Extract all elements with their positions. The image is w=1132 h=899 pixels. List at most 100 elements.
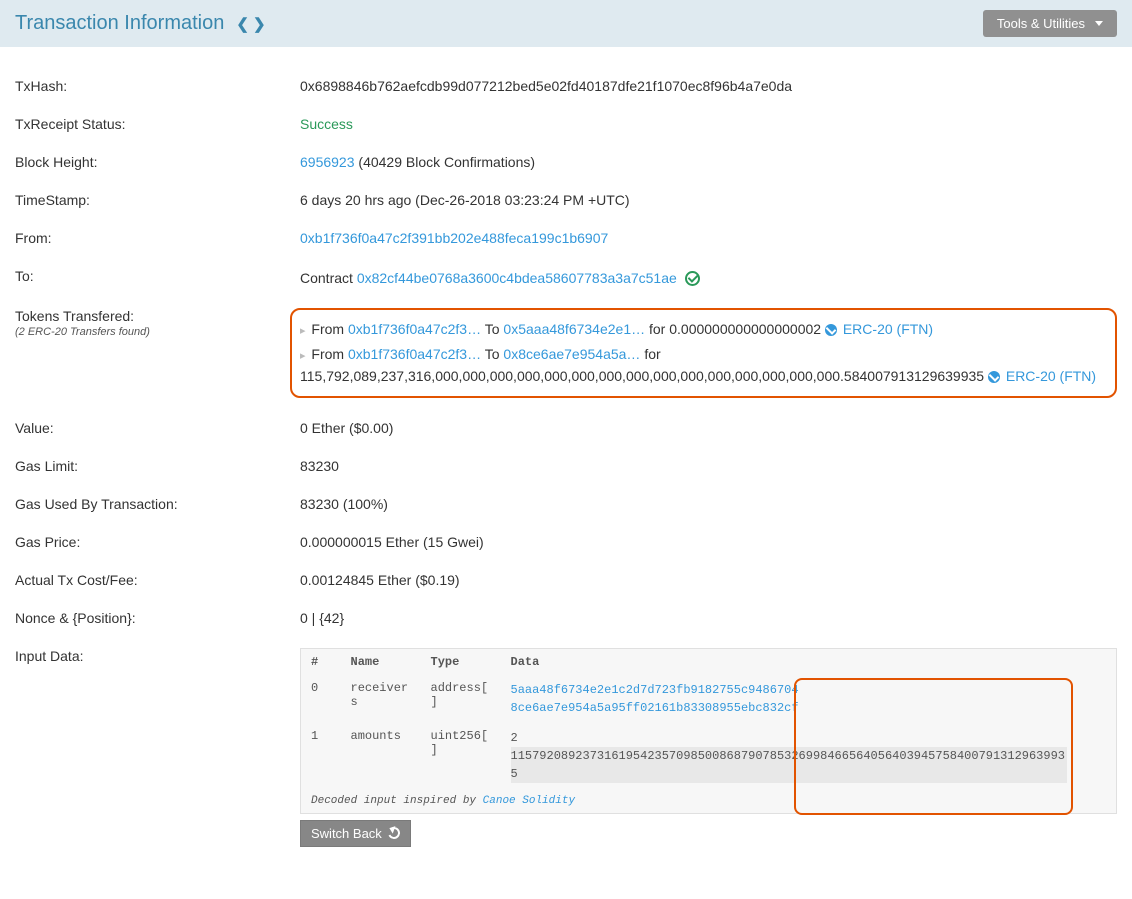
page-header: Transaction Information ❮ ❯ Tools & Util… bbox=[0, 0, 1132, 47]
t1-token-link[interactable]: ERC-20 (FTN) bbox=[843, 321, 933, 337]
switchback-label: Switch Back bbox=[311, 826, 382, 841]
tools-utilities-button[interactable]: Tools & Utilities bbox=[983, 10, 1117, 37]
value-block-wrap: 6956923 (40429 Block Confirmations) bbox=[300, 154, 1117, 170]
value-cost: 0.00124845 Ether ($0.19) bbox=[300, 572, 1117, 588]
t1-for: for 0.000000000000000002 bbox=[649, 321, 825, 337]
row-nonce: Nonce & {Position}: 0 | {42} bbox=[15, 599, 1117, 637]
label-gasused: Gas Used By Transaction: bbox=[15, 496, 300, 512]
block-link[interactable]: 6956923 bbox=[300, 154, 355, 170]
from-addr-link[interactable]: 0xb1f736f0a47c2f391bb202e488feca199c1b69… bbox=[300, 230, 608, 246]
row-from: From: 0xb1f736f0a47c2f391bb202e488feca19… bbox=[15, 219, 1117, 257]
canoe-link[interactable]: Canoe Solidity bbox=[483, 795, 575, 807]
to-addr-link[interactable]: 0x82cf44be0768a3600c4bdea58607783a3a7c51… bbox=[357, 270, 677, 286]
table-header-row: # Name Type Data bbox=[301, 648, 1117, 675]
row-cost: Actual Tx Cost/Fee: 0.00124845 Ether ($0… bbox=[15, 561, 1117, 599]
row-block: Block Height: 6956923 (40429 Block Confi… bbox=[15, 143, 1117, 181]
value-receipt: Success bbox=[300, 116, 1117, 132]
row-txhash: TxHash: 0x6898846b762aefcdb99d077212bed5… bbox=[15, 67, 1117, 105]
tools-label: Tools & Utilities bbox=[997, 16, 1085, 31]
label-value: Value: bbox=[15, 420, 300, 436]
triangle-icon: ▸ bbox=[300, 350, 306, 362]
t2-token-link[interactable]: ERC-20 (FTN) bbox=[1006, 368, 1096, 384]
t2-for: for bbox=[644, 346, 660, 362]
label-gasprice: Gas Price: bbox=[15, 534, 300, 550]
table-footer-row: Decoded input inspired by Canoe Solidity bbox=[301, 789, 1117, 814]
row-value: Value: 0 Ether ($0.00) bbox=[15, 409, 1117, 447]
block-conf: (40429 Block Confirmations) bbox=[355, 154, 536, 170]
value-nonce: 0 | {42} bbox=[300, 610, 1117, 626]
to-prefix: Contract bbox=[300, 270, 357, 286]
r0-d1-link[interactable]: 5aaa48f6734e2e1c2d7d723fb9182755c9486704 bbox=[511, 681, 1067, 699]
col-hash: # bbox=[301, 648, 341, 675]
chevron-down-icon bbox=[1095, 21, 1103, 26]
value-gaslimit: 83230 bbox=[300, 458, 1117, 474]
r1-d1: 2 bbox=[511, 729, 1067, 747]
next-tx-button[interactable]: ❯ bbox=[253, 15, 266, 33]
title-text: Transaction Information bbox=[15, 12, 224, 35]
row-to: To: Contract 0x82cf44be0768a3600c4bdea58… bbox=[15, 257, 1117, 297]
t2-num: 115,792,089,237,316,000,000,000,000,000,… bbox=[300, 368, 988, 384]
decoded-footer: Decoded input inspired by Canoe Solidity bbox=[301, 789, 1117, 814]
col-data: Data bbox=[501, 648, 1077, 675]
r1-d2: 1157920892373161954235709850086879078532… bbox=[511, 747, 1067, 783]
t1-from-link[interactable]: 0xb1f736f0a47c2f3… bbox=[348, 321, 481, 337]
t2-to-label: To bbox=[485, 346, 504, 362]
row-gaslimit: Gas Limit: 83230 bbox=[15, 447, 1117, 485]
value-timestamp: 6 days 20 hrs ago (Dec-26-2018 03:23:24 … bbox=[300, 192, 1117, 208]
value-txhash: 0x6898846b762aefcdb99d077212bed5e02fd401… bbox=[300, 78, 1117, 94]
input-data-table: # Name Type Data 0 receivers address[] 5… bbox=[300, 648, 1117, 814]
col-type: Type bbox=[421, 648, 501, 675]
label-inputdata: Input Data: bbox=[15, 648, 300, 664]
label-block: Block Height: bbox=[15, 154, 300, 170]
t2-from-label: From bbox=[311, 346, 348, 362]
erc20-icon bbox=[825, 324, 837, 336]
col-name: Name bbox=[341, 648, 421, 675]
value-to: Contract 0x82cf44be0768a3600c4bdea586077… bbox=[300, 268, 1117, 286]
t1-to-link[interactable]: 0x5aaa48f6734e2e1… bbox=[503, 321, 645, 337]
r0-name: receivers bbox=[341, 675, 421, 723]
label-to: To: bbox=[15, 268, 300, 284]
r0-data: 5aaa48f6734e2e1c2d7d723fb9182755c9486704… bbox=[501, 675, 1077, 723]
t1-from-label: From bbox=[311, 321, 348, 337]
row-timestamp: TimeStamp: 6 days 20 hrs ago (Dec-26-201… bbox=[15, 181, 1117, 219]
value-gasused: 83230 (100%) bbox=[300, 496, 1117, 512]
label-timestamp: TimeStamp: bbox=[15, 192, 300, 208]
r0-d2-link[interactable]: 8ce6ae7e954a5a95ff02161b83308955ebc832cf bbox=[511, 699, 1067, 717]
r0-idx: 0 bbox=[301, 675, 341, 723]
table-row: 0 receivers address[] 5aaa48f6734e2e1c2d… bbox=[301, 675, 1117, 723]
value-from: 0xb1f736f0a47c2f391bb202e488feca199c1b69… bbox=[300, 230, 1117, 246]
row-tokens: Tokens Transfered: (2 ERC-20 Transfers f… bbox=[15, 297, 1117, 409]
prev-tx-button[interactable]: ❮ bbox=[236, 15, 249, 33]
r0-type: address[] bbox=[421, 675, 501, 723]
label-txhash: TxHash: bbox=[15, 78, 300, 94]
transfer-2: ▸ From 0xb1f736f0a47c2f3… To 0x8ce6ae7e9… bbox=[300, 341, 1107, 366]
label-receipt: TxReceipt Status: bbox=[15, 116, 300, 132]
label-tokens: Tokens Transfered: (2 ERC-20 Transfers f… bbox=[15, 308, 300, 338]
inputdata-wrap: # Name Type Data 0 receivers address[] 5… bbox=[300, 648, 1117, 847]
t2-to-link[interactable]: 0x8ce6ae7e954a5a… bbox=[503, 346, 640, 362]
t1-to-label: To bbox=[485, 321, 504, 337]
tokens-box: ▸ From 0xb1f736f0a47c2f3… To 0x5aaa48f67… bbox=[290, 308, 1117, 398]
label-nonce: Nonce & {Position}: bbox=[15, 610, 300, 626]
label-gaslimit: Gas Limit: bbox=[15, 458, 300, 474]
page-title: Transaction Information ❮ ❯ bbox=[15, 12, 266, 35]
refresh-icon bbox=[386, 825, 401, 840]
t2-from-link[interactable]: 0xb1f736f0a47c2f3… bbox=[348, 346, 481, 362]
row-gasprice: Gas Price: 0.000000015 Ether (15 Gwei) bbox=[15, 523, 1117, 561]
tokens-sub: (2 ERC-20 Transfers found) bbox=[15, 326, 300, 338]
row-gasused: Gas Used By Transaction: 83230 (100%) bbox=[15, 485, 1117, 523]
row-receipt: TxReceipt Status: Success bbox=[15, 105, 1117, 143]
content-area: TxHash: 0x6898846b762aefcdb99d077212bed5… bbox=[0, 47, 1132, 898]
nav-arrows: ❮ ❯ bbox=[236, 15, 265, 33]
tokens-box-wrap: ▸ From 0xb1f736f0a47c2f3… To 0x5aaa48f67… bbox=[300, 308, 1117, 398]
switch-back-button[interactable]: Switch Back bbox=[300, 820, 411, 847]
erc20-icon bbox=[988, 371, 1000, 383]
value-value: 0 Ether ($0.00) bbox=[300, 420, 1117, 436]
triangle-icon: ▸ bbox=[300, 325, 306, 337]
label-from: From: bbox=[15, 230, 300, 246]
row-inputdata: Input Data: # Name Type Data 0 receivers bbox=[15, 637, 1117, 858]
verified-check-icon bbox=[685, 271, 700, 286]
col-spacer bbox=[1077, 648, 1117, 675]
value-gasprice: 0.000000015 Ether (15 Gwei) bbox=[300, 534, 1117, 550]
transfer-1: ▸ From 0xb1f736f0a47c2f3… To 0x5aaa48f67… bbox=[300, 316, 1107, 341]
